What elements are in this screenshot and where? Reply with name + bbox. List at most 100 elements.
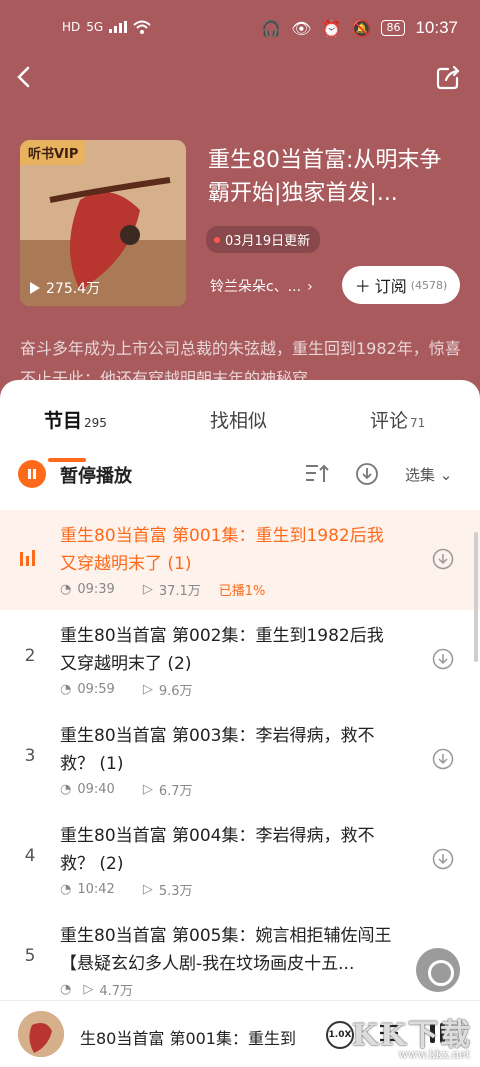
episode-meta: ◔ 09:39 ▷ 37.1万 已播1% [60,580,265,599]
author-link[interactable]: 铃兰朵朵c、... › [210,276,313,296]
episode-title: 重生80当首富 第002集：重生到1982后我又穿越明末了 (2) [60,626,384,674]
episode-title: 重生80当首富 第005集：婉言相拒辅佐闯王【悬疑玄幻多人剧-我在坟场画皮十五.… [60,926,392,974]
play-count-icon: ▷ [142,782,153,797]
pause-button[interactable] [18,460,46,488]
pause-label[interactable]: 暂停播放 [60,462,132,488]
headphone-icon: 🎧 [261,18,282,38]
battery-icon: 86 [381,20,406,36]
play-count-value: 275.4万 [46,281,101,297]
mini-player-cover[interactable] [18,1011,64,1057]
book-title: 重生80当首富:从明末争霸开始|独家首发|... [208,148,442,206]
plus-icon: ＋ [354,277,371,296]
subscribe-count: (4578) [410,278,448,292]
alarm-icon: ⏰ [321,18,342,38]
clock-icon: ◔ [60,582,72,597]
play-count-icon: ▷ [142,682,153,697]
playback-controls: 暂停播放 选集 ⌄ [0,460,480,490]
scrollbar[interactable] [474,532,478,662]
chevron-down-icon: ⌄ [439,466,453,484]
update-dot [214,236,220,243]
played-progress: 已播1% [218,584,266,599]
system-indicators: 🎧 👁 ⏰ 🔕 86 10:37 [261,18,458,38]
episode-title: 重生80当首富 第004集：李岩得病，救不救？ (2) [60,826,375,874]
clock-icon: ◔ [60,982,72,997]
mute-icon: 🔕 [351,18,372,38]
sort-icon[interactable] [304,462,330,486]
episode-plays: 6.7万 [158,784,193,799]
floating-assist-button[interactable] [416,948,460,992]
episode-row[interactable]: 4 重生80当首富 第004集：李岩得病，救不救？ (2) ◔ 10:42 ▷ … [0,810,480,910]
network-indicators: HD 5G [62,20,151,34]
episode-duration: 09:59 [77,682,115,697]
chevron-left-icon [17,66,30,88]
clock-icon: ◔ [60,682,72,697]
5g-icon: 5G [86,20,104,34]
episode-meta: ◔ 09:59 ▷ 9.6万 [60,680,193,699]
book-description[interactable]: 奋斗多年成为上市公司总裁的朱弦越，重生回到1982年，惊喜不止于此：他还有穿越明… [20,334,465,384]
tab-count: 71 [410,416,426,430]
episode-title: 重生80当首富 第001集：重生到1982后我又穿越明末了 (1) [60,526,384,574]
clock: 10:37 [415,18,458,37]
episode-index: 2 [24,646,36,666]
tab-comments[interactable]: 评论 71 [370,406,425,433]
download-all-icon[interactable] [355,462,379,486]
book-cover[interactable]: 听书VIP 275.4万 [20,140,186,306]
now-playing-title: 生80当首富 第001集：重生到 [80,1029,296,1048]
episode-title: 重生80当首富 第003集：李岩得病，救不救？ (1) [60,726,375,774]
play-count-icon: ▷ [142,582,153,597]
share-icon [436,65,460,90]
update-text: 03月19日更新 [225,234,311,249]
play-count-icon: ▷ [142,882,153,897]
wifi-icon [133,20,151,34]
tab-similar[interactable]: 找相似 [210,406,267,433]
eye-icon: 👁 [291,18,312,38]
episode-plays: 37.1万 [158,584,201,599]
episode-duration: 09:39 [77,582,115,597]
tab-bar: 节目 295 找相似 评论 71 [0,406,480,462]
cover-thumbnail [18,1011,64,1057]
vip-badge: 听书VIP [20,140,87,165]
episode-meta: ◔ 10:42 ▷ 5.3万 [60,880,193,899]
tab-label: 找相似 [210,410,268,432]
download-icon[interactable] [432,748,454,770]
hd-icon: HD [62,20,81,34]
tab-label: 节目 [44,410,83,432]
clock-icon: ◔ [60,782,72,797]
update-badge: 03月19日更新 [206,226,321,253]
episode-row[interactable]: 重生80当首富 第001集：重生到1982后我又穿越明末了 (1) ◔ 09:3… [0,510,480,610]
episode-row[interactable]: 5 重生80当首富 第005集：婉言相拒辅佐闯王【悬疑玄幻多人剧-我在坟场画皮十… [0,910,480,1010]
download-icon[interactable] [432,848,454,870]
status-bar: HD 5G 🎧 👁 ⏰ 🔕 86 10:37 [0,0,480,60]
subscribe-button[interactable]: ＋ 订阅 (4578) [342,266,460,304]
select-episodes-dropdown[interactable]: 选集 ⌄ [405,464,452,485]
episode-plays: 5.3万 [158,884,193,899]
episode-duration: 10:42 [77,882,115,897]
episode-plays: 9.6万 [158,684,193,699]
now-playing-icon [20,550,40,566]
episode-plays: 4.7万 [99,984,134,999]
back-button[interactable] [12,62,42,92]
select-label: 选集 [405,466,436,484]
episode-list: 重生80当首富 第001集：重生到1982后我又穿越明末了 (1) ◔ 09:3… [0,510,480,1010]
episode-index: 4 [24,846,36,866]
signal-icon [109,21,128,33]
download-icon[interactable] [432,648,454,670]
author-name: 铃兰朵朵c、... [210,279,302,295]
tab-label: 评论 [370,410,409,432]
episode-meta: ◔ 09:40 ▷ 6.7万 [60,780,193,799]
subscribe-label: 订阅 [374,277,407,296]
episode-meta: ◔ ▷ 4.7万 [60,980,133,999]
watermark: KK下载 www.kkx.net [338,1010,478,1065]
episode-row[interactable]: 3 重生80当首富 第003集：李岩得病，救不救？ (1) ◔ 09:40 ▷ … [0,710,480,810]
share-button[interactable] [434,64,462,92]
episode-duration: 09:40 [77,782,115,797]
clock-icon: ◔ [60,882,72,897]
tab-count: 295 [84,416,107,430]
tab-episodes[interactable]: 节目 295 [44,406,107,433]
download-icon[interactable] [432,548,454,570]
episode-row[interactable]: 2 重生80当首富 第002集：重生到1982后我又穿越明末了 (2) ◔ 09… [0,610,480,710]
episode-sheet: 节目 295 找相似 评论 71 暂停播放 选集 ⌄ 重生80当首富 第001集：重… [0,380,480,1067]
play-count: 275.4万 [30,278,100,298]
play-icon [30,282,40,294]
episode-index: 5 [24,946,36,966]
